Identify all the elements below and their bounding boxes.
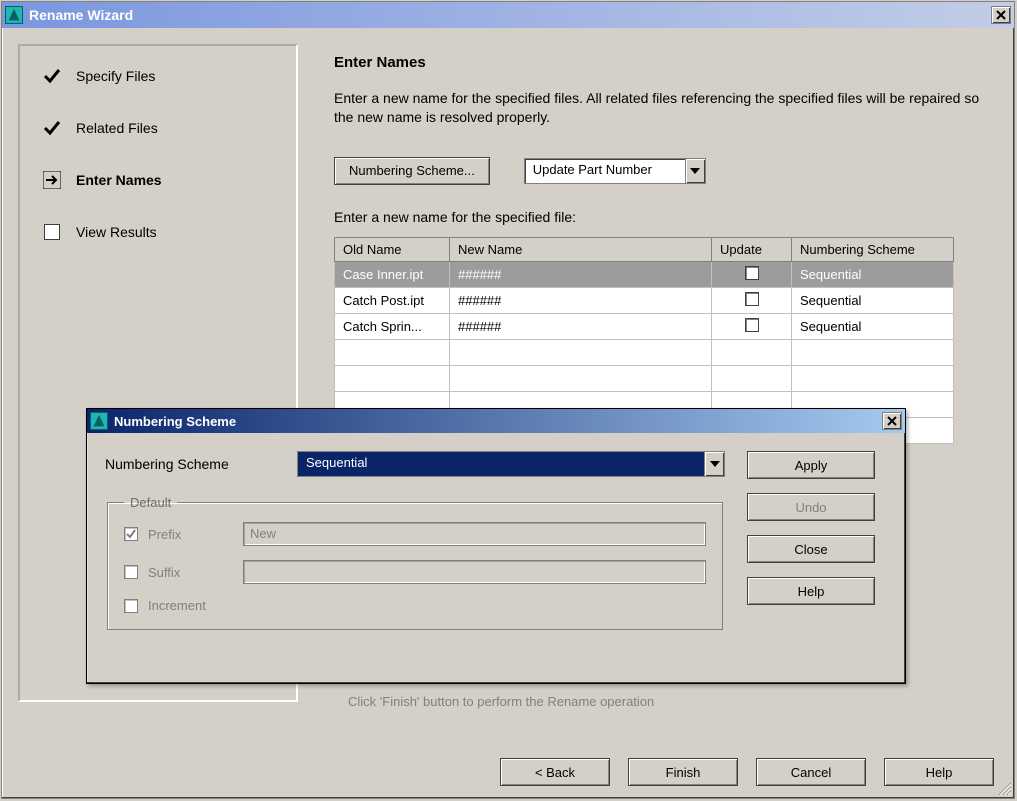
dialog-title: Numbering Scheme	[114, 414, 882, 429]
scheme-dropdown[interactable]: Sequential	[297, 451, 725, 477]
dialog-left-pane: Numbering Scheme Sequential Default Pref…	[105, 451, 725, 630]
page-description: Enter a new name for the specified files…	[334, 89, 990, 127]
cell-old-name[interactable]: Case Inner.ipt	[335, 261, 450, 287]
back-button[interactable]: < Back	[500, 758, 610, 786]
empty-cell[interactable]	[712, 339, 792, 365]
empty-box-icon	[42, 222, 62, 242]
arrow-right-icon	[42, 170, 62, 190]
numbering-scheme-dialog: Numbering Scheme Numbering Scheme Sequen…	[86, 408, 906, 684]
cell-old-name[interactable]: Catch Sprin...	[335, 313, 450, 339]
close-icon	[887, 416, 897, 426]
dropdown-value: Sequential	[298, 452, 704, 476]
cancel-button[interactable]: Cancel	[756, 758, 866, 786]
empty-cell[interactable]	[450, 339, 712, 365]
prefix-input[interactable]: New	[243, 522, 706, 546]
increment-label: Increment	[148, 598, 243, 613]
prefix-row: Prefix New	[124, 522, 706, 546]
cell-new-name[interactable]: ######	[450, 313, 712, 339]
table-row[interactable]: Catch Sprin...###### Sequential	[335, 313, 954, 339]
dropdown-value: Update Part Number	[525, 159, 685, 183]
empty-cell[interactable]	[450, 365, 712, 391]
suffix-row: Suffix	[124, 560, 706, 584]
step-related-files[interactable]: Related Files	[42, 118, 274, 138]
resize-grip[interactable]	[995, 779, 1011, 795]
col-update[interactable]: Update	[712, 237, 792, 261]
scheme-select-label: Numbering Scheme	[105, 456, 275, 472]
cell-new-name[interactable]: ######	[450, 261, 712, 287]
step-specify-files[interactable]: Specify Files	[42, 66, 274, 86]
cell-update[interactable]	[712, 313, 792, 339]
main-titlebar: Rename Wizard	[2, 2, 1014, 28]
dialog-body: Numbering Scheme Sequential Default Pref…	[87, 433, 905, 640]
page-heading: Enter Names	[334, 54, 990, 71]
cell-scheme[interactable]: Sequential	[792, 261, 954, 287]
table-row[interactable]: Case Inner.ipt###### Sequential	[335, 261, 954, 287]
dialog-close-button[interactable]	[882, 412, 902, 430]
undo-button[interactable]: Undo	[747, 493, 875, 521]
sub-prompt: Enter a new name for the specified file:	[334, 209, 990, 225]
dialog-titlebar: Numbering Scheme	[87, 409, 905, 433]
close-button[interactable]: Close	[747, 535, 875, 563]
help-button[interactable]: Help	[884, 758, 994, 786]
chevron-down-icon	[685, 159, 705, 183]
scheme-controls-row: Numbering Scheme... Update Part Number	[334, 157, 990, 185]
increment-row: Increment	[124, 598, 706, 613]
update-checkbox[interactable]	[745, 318, 759, 332]
update-checkbox[interactable]	[745, 266, 759, 280]
col-old-name[interactable]: Old Name	[335, 237, 450, 261]
scheme-select-row: Numbering Scheme Sequential	[105, 451, 725, 477]
cell-update[interactable]	[712, 287, 792, 313]
checkmark-icon	[42, 118, 62, 138]
checkmark-icon	[125, 528, 137, 540]
app-icon	[5, 6, 23, 24]
app-icon	[90, 412, 108, 430]
empty-cell[interactable]	[335, 365, 450, 391]
update-checkbox[interactable]	[745, 292, 759, 306]
cell-old-name[interactable]: Catch Post.ipt	[335, 287, 450, 313]
table-row[interactable]	[335, 365, 954, 391]
step-label: Enter Names	[76, 172, 162, 188]
close-icon	[996, 10, 1006, 20]
dialog-button-column: Apply Undo Close Help	[747, 451, 887, 630]
suffix-checkbox[interactable]	[124, 565, 138, 579]
checkmark-icon	[42, 66, 62, 86]
step-view-results[interactable]: View Results	[42, 222, 274, 242]
groupbox-title: Default	[124, 495, 177, 510]
prefix-checkbox[interactable]	[124, 527, 138, 541]
apply-button[interactable]: Apply	[747, 451, 875, 479]
cell-update[interactable]	[712, 261, 792, 287]
chevron-down-icon	[704, 452, 724, 476]
empty-cell[interactable]	[335, 339, 450, 365]
table-row[interactable]: Catch Post.ipt###### Sequential	[335, 287, 954, 313]
empty-cell[interactable]	[792, 339, 954, 365]
empty-cell[interactable]	[792, 365, 954, 391]
increment-checkbox[interactable]	[124, 599, 138, 613]
finish-button[interactable]: Finish	[628, 758, 738, 786]
window-title: Rename Wizard	[29, 7, 991, 23]
default-groupbox: Default Prefix New Suffix Increment	[107, 495, 723, 630]
step-label: Related Files	[76, 120, 158, 136]
close-button[interactable]	[991, 6, 1011, 24]
step-label: View Results	[76, 224, 157, 240]
numbering-scheme-button[interactable]: Numbering Scheme...	[334, 157, 490, 185]
cell-new-name[interactable]: ######	[450, 287, 712, 313]
step-label: Specify Files	[76, 68, 155, 84]
cell-scheme[interactable]: Sequential	[792, 287, 954, 313]
suffix-input[interactable]	[243, 560, 706, 584]
cell-scheme[interactable]: Sequential	[792, 313, 954, 339]
step-enter-names[interactable]: Enter Names	[42, 170, 274, 190]
wizard-footer: < Back Finish Cancel Help	[500, 758, 994, 786]
help-button[interactable]: Help	[747, 577, 875, 605]
suffix-label: Suffix	[148, 565, 243, 580]
prefix-label: Prefix	[148, 527, 243, 542]
empty-cell[interactable]	[712, 365, 792, 391]
col-new-name[interactable]: New Name	[450, 237, 712, 261]
col-numbering-scheme[interactable]: Numbering Scheme	[792, 237, 954, 261]
table-row[interactable]	[335, 339, 954, 365]
update-part-number-dropdown[interactable]: Update Part Number	[524, 158, 706, 184]
status-line: Click 'Finish' button to perform the Ren…	[348, 694, 654, 709]
